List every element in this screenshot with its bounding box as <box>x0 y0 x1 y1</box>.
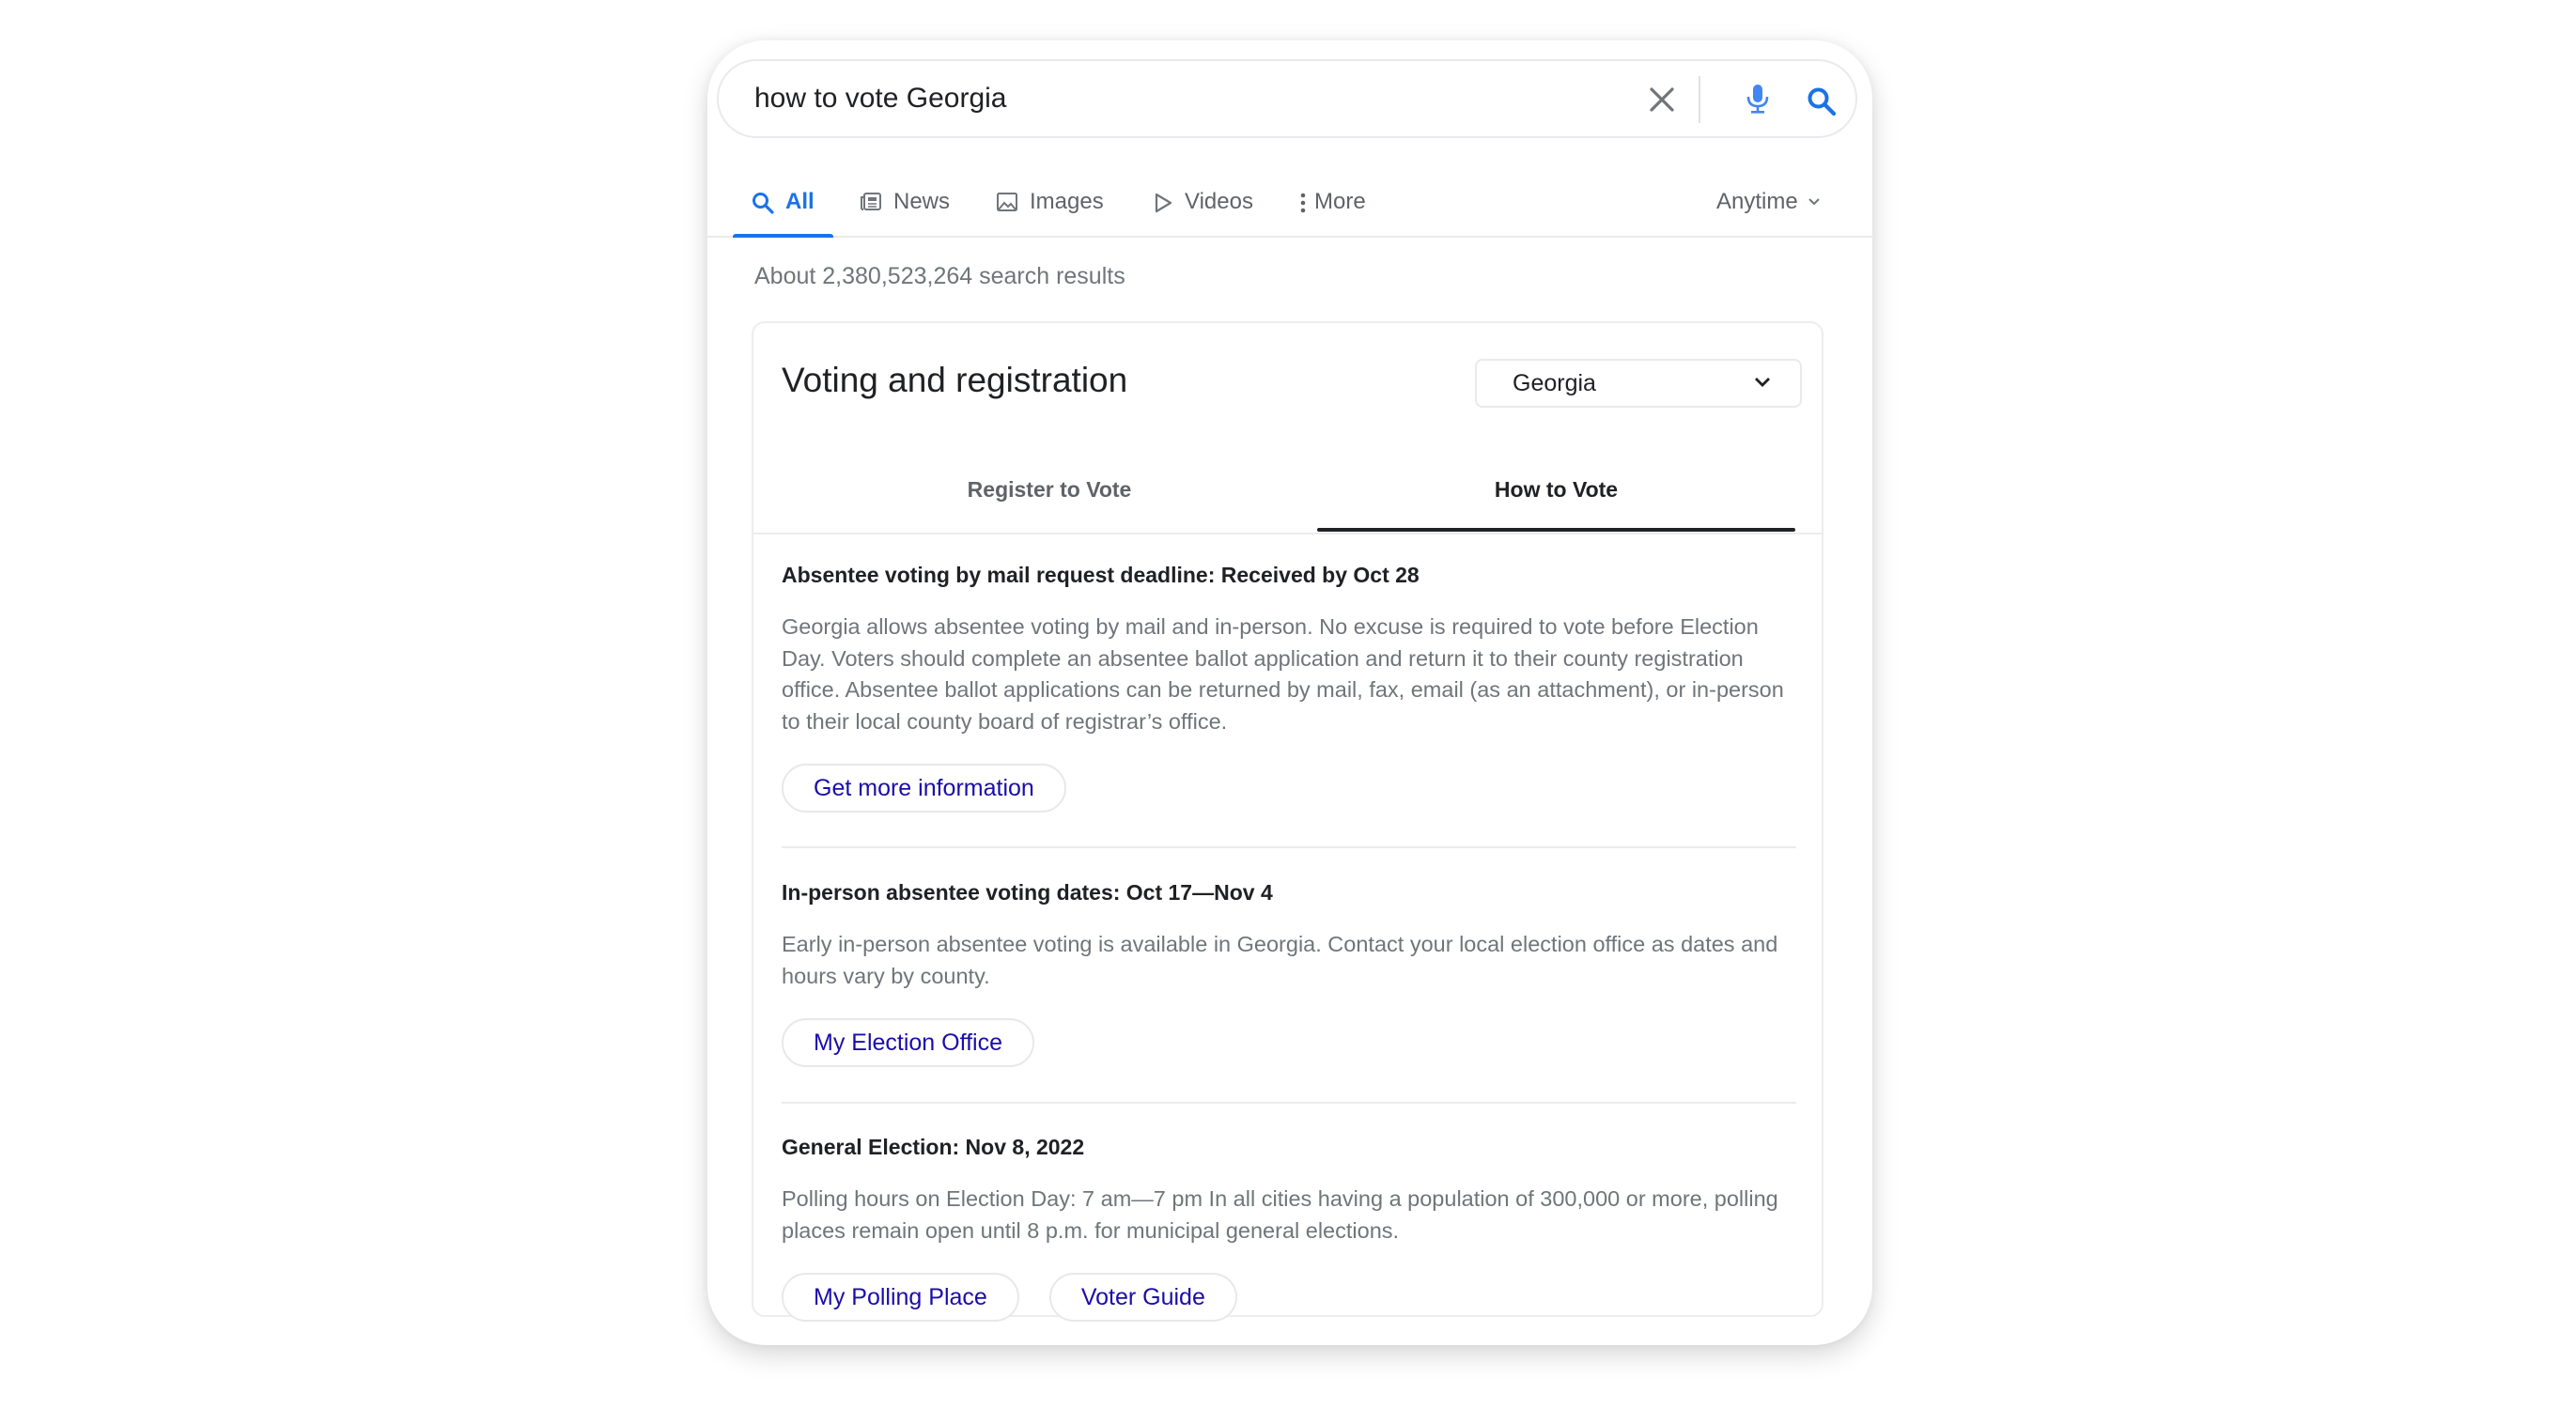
tab-more-label: More <box>1314 189 1366 214</box>
voter-guide-button[interactable]: Voter Guide <box>1048 1273 1237 1322</box>
section-divider <box>782 1102 1796 1104</box>
tab-videos[interactable]: Videos <box>1153 181 1253 236</box>
tab-images[interactable]: Images <box>996 181 1104 236</box>
info-section-general-election: General Election: Nov 8, 2022 Polling ho… <box>782 1133 1796 1322</box>
chevron-down-icon <box>1808 198 1820 206</box>
time-filter-dropdown[interactable]: Anytime <box>1716 189 1821 215</box>
state-select[interactable]: Georgia <box>1475 359 1802 408</box>
newspaper-icon <box>861 193 881 210</box>
tab-news[interactable]: News <box>860 181 950 236</box>
close-icon[interactable] <box>1647 85 1677 115</box>
section-body: Georgia allows absentee voting by mail a… <box>782 614 1784 734</box>
state-select-value: Georgia <box>1513 370 1596 396</box>
search-icon <box>753 193 774 214</box>
get-more-information-button[interactable]: Get more information <box>782 764 1066 813</box>
voting-registration-panel: Voting and registration Georgia Register… <box>752 321 1823 1322</box>
chevron-down-icon <box>1755 378 1770 387</box>
result-count: About 2,380,523,264 search results <box>754 263 1125 289</box>
my-polling-place-button[interactable]: My Polling Place <box>782 1273 1019 1322</box>
section-heading: General Election: Nov 8, 2022 <box>782 1135 1085 1159</box>
my-election-office-button[interactable]: My Election Office <box>782 1018 1035 1067</box>
section-body: Polling hours on Election Day: 7 am—7 pm… <box>782 1186 1778 1243</box>
tab-news-label: News <box>893 189 951 214</box>
search-bar[interactable]: how to vote Georgia <box>717 59 1857 138</box>
tab-videos-label: Videos <box>1185 189 1253 214</box>
section-heading: Absentee voting by mail request deadline… <box>782 563 1420 587</box>
search-bar-divider <box>1699 76 1700 123</box>
section-heading: In-person absentee voting dates: Oct 17—… <box>782 880 1273 905</box>
section-divider <box>782 846 1796 848</box>
tab-register-to-vote[interactable]: Register to Vote <box>782 428 1317 531</box>
search-icon[interactable] <box>1807 86 1837 116</box>
info-section-in-person-absentee: In-person absentee voting dates: Oct 17—… <box>782 878 1796 1067</box>
tab-images-label: Images <box>1030 189 1104 214</box>
search-nav-tabs: All News Images Videos More <box>707 181 1872 238</box>
search-input[interactable]: how to vote Georgia <box>754 61 1007 136</box>
microphone-icon[interactable] <box>1746 85 1770 115</box>
search-results-card: how to vote Georgia All News Images Vide… <box>707 40 1872 1345</box>
tab-all[interactable]: All <box>733 181 833 238</box>
section-body: Early in-person absentee voting is avail… <box>782 932 1778 988</box>
play-icon <box>1155 193 1172 213</box>
tab-all-label: All <box>785 189 815 214</box>
time-filter-label: Anytime <box>1716 189 1798 214</box>
panel-title: Voting and registration <box>782 361 1128 399</box>
info-section-absentee-mail: Absentee voting by mail request deadline… <box>782 561 1796 813</box>
kebab-icon <box>1300 193 1306 213</box>
image-icon <box>997 193 1017 211</box>
tab-how-to-vote[interactable]: How to Vote <box>1317 428 1795 532</box>
tab-more[interactable]: More <box>1299 181 1366 236</box>
voting-tabs: Register to Vote How to Vote <box>753 428 1822 534</box>
